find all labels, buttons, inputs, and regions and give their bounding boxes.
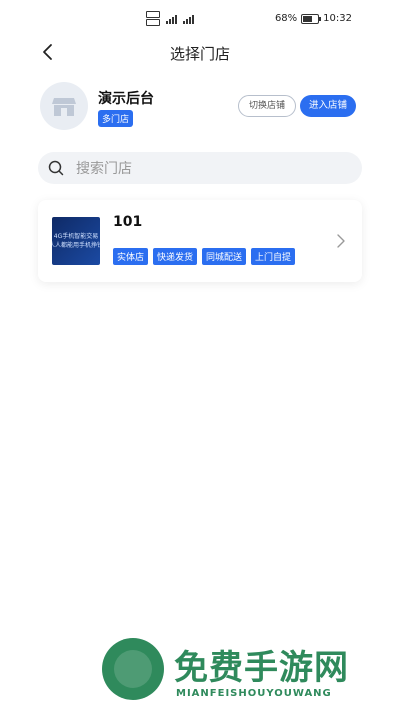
page-title: 选择门店	[169, 45, 230, 63]
signal-icon	[166, 14, 177, 24]
store-name: 101	[113, 214, 143, 230]
chevron-right-icon	[337, 234, 345, 248]
battery-percent: 68%	[274, 13, 298, 24]
store-tag: 上门自提	[251, 248, 296, 265]
thumb-line: 4G手机智能交易	[53, 233, 99, 240]
status-right: 68% 10:32	[275, 13, 352, 24]
status-bar: 68% 10:32	[0, 0, 400, 38]
signal-icon-2	[183, 14, 194, 24]
account-name: 演示后台	[98, 91, 154, 107]
battery-icon	[301, 13, 322, 24]
store-card[interactable]: 4G手机智能交易 人人都能用手机挣钱 101 实体店 快递发货 同城配送 上门自…	[38, 200, 362, 282]
watermark: 免费手游网 MIANFEISHOUYOUWANG	[102, 638, 392, 708]
switch-store-button[interactable]: 切换店铺	[238, 95, 296, 117]
thumb-line: 人人都能用手机挣钱	[52, 242, 100, 249]
signal-icons	[146, 11, 194, 26]
search-input[interactable]	[74, 152, 348, 186]
clock: 10:32	[323, 13, 352, 24]
sim-icon	[146, 11, 160, 26]
watermark-subtitle: MIANFEISHOUYOUWANG	[176, 688, 332, 699]
store-tag: 实体店	[113, 248, 149, 265]
search-icon	[48, 160, 64, 176]
search-bar[interactable]	[38, 152, 362, 186]
header: 选择门店	[0, 38, 400, 68]
store-tag: 同城配送	[202, 248, 247, 265]
enter-store-button[interactable]: 进入店铺	[300, 95, 356, 117]
store-tag: 快递发货	[153, 248, 198, 265]
watermark-logo-icon	[102, 638, 164, 700]
multi-store-badge: 多门店	[98, 110, 134, 127]
store-icon	[52, 98, 76, 116]
avatar	[40, 82, 88, 130]
store-thumbnail: 4G手机智能交易 人人都能用手机挣钱	[52, 217, 100, 265]
account-row: 演示后台 多门店 切换店铺 进入店铺	[40, 82, 360, 132]
store-tags: 实体店 快递发货 同城配送 上门自提	[113, 248, 296, 265]
watermark-title: 免费手游网	[174, 648, 349, 688]
